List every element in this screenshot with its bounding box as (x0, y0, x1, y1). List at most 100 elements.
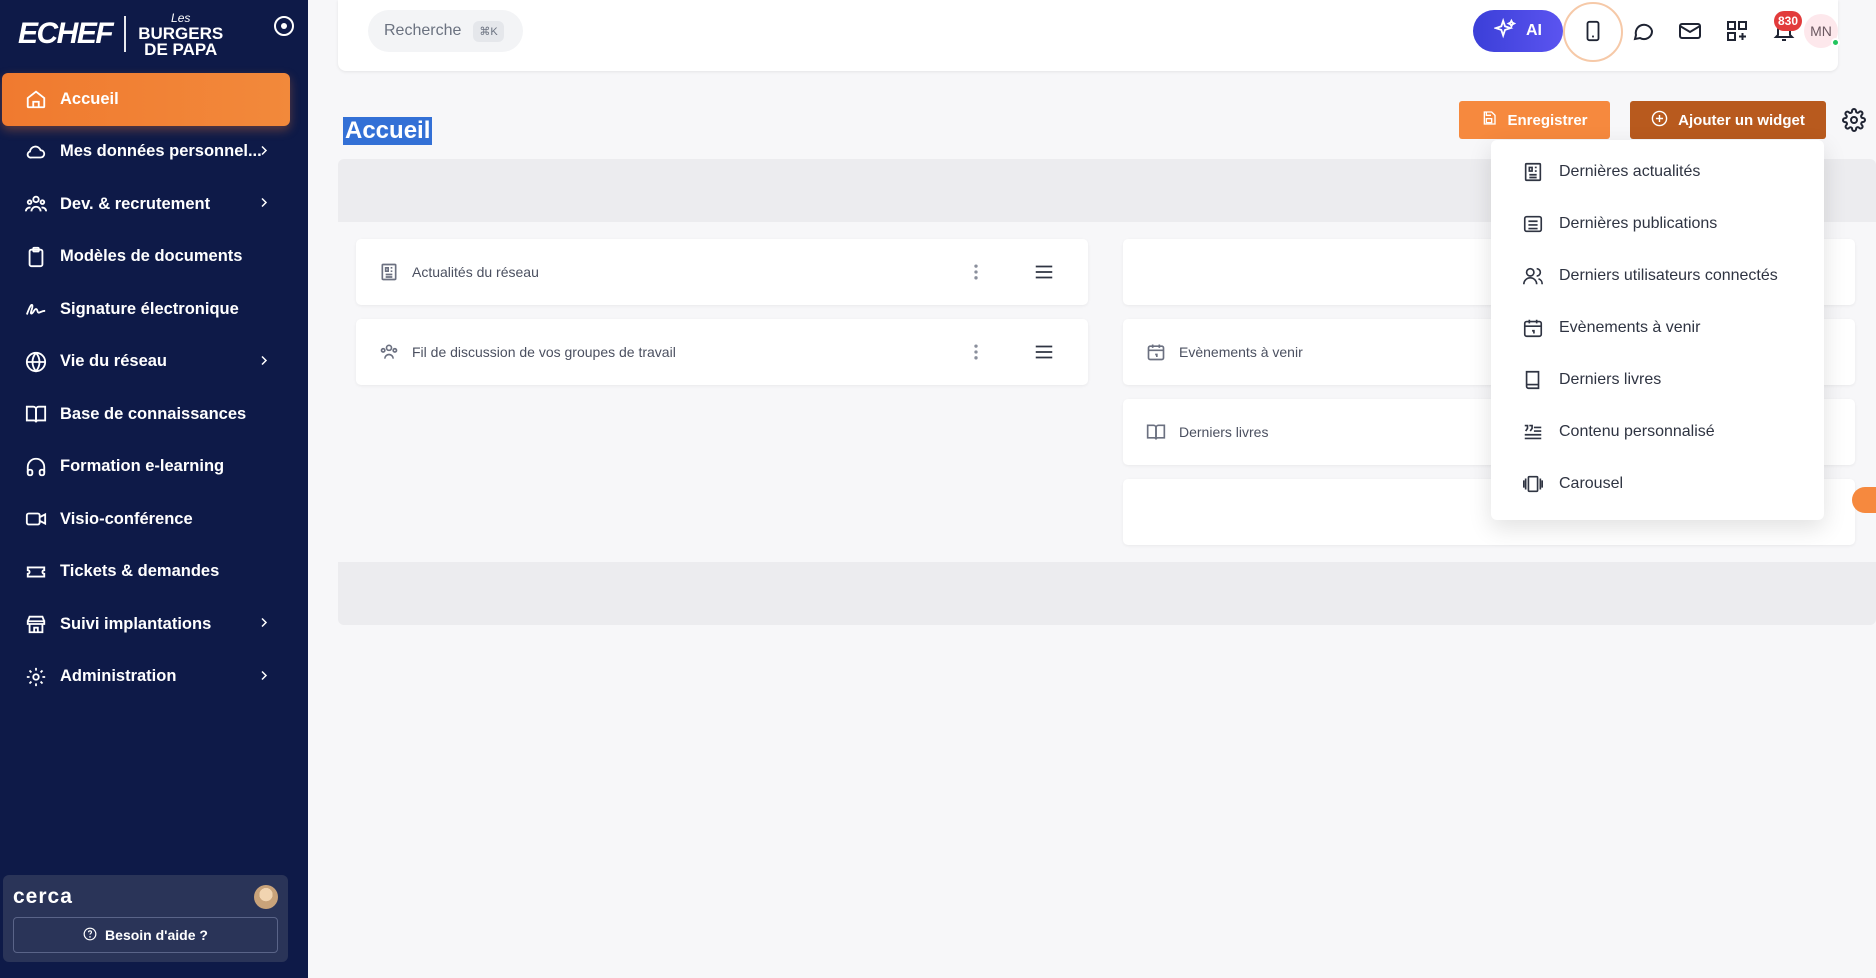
drag-handle-icon[interactable] (1032, 341, 1056, 366)
side-tab[interactable] (1852, 487, 1876, 513)
brand-separator (124, 16, 127, 52)
sidebar-item-label: Vie du réseau (60, 352, 168, 371)
ticket-icon (24, 560, 48, 584)
search-input[interactable]: Recherche ⌘K (368, 10, 523, 52)
quote-icon (1521, 420, 1545, 444)
sidebar-nav: Accueil Mes données personnel... Dev. & … (0, 73, 308, 703)
widget-label: Derniers livres (1179, 424, 1269, 440)
menu-item-label: Carousel (1559, 475, 1624, 492)
help-button[interactable]: Besoin d'aide ? (13, 917, 278, 953)
sidebar-item-label: Accueil (60, 89, 119, 108)
video-icon (24, 507, 48, 531)
burgers-de-papa-logo: Les BURGERS de PAPA (138, 10, 223, 58)
smartphone-icon (1580, 18, 1606, 44)
menu-item-label: Dernières publications (1559, 215, 1718, 232)
sidebar-item-visio[interactable]: Visio-conférence (0, 493, 308, 546)
add-widget-button[interactable]: Ajouter un widget (1630, 101, 1826, 139)
sidebar-item-label: Modèles de documents (60, 247, 243, 266)
menu-item-evenements[interactable]: Evènements à venir (1491, 306, 1824, 350)
users-icon (1521, 264, 1545, 288)
sidebar-item-dev-recrutement[interactable]: Dev. & recrutement (0, 178, 308, 231)
sidebar-item-label: Administration (60, 667, 177, 686)
users-icon (24, 192, 48, 216)
chevron-right-icon (258, 667, 270, 686)
sidebar-item-base-connaissances[interactable]: Base de connaissances (0, 388, 308, 441)
menu-item-label: Derniers livres (1559, 371, 1662, 388)
calendar-icon (1521, 316, 1545, 340)
users-icon (378, 341, 400, 363)
sidebar-item-donnees-personnelles[interactable]: Mes données personnel... (0, 126, 308, 179)
save-button[interactable]: Enregistrer (1459, 101, 1610, 139)
cerca-logo: cerca (13, 885, 73, 908)
sidebar-item-suivi-implantations[interactable]: Suivi implantations (0, 598, 308, 651)
carousel-icon (1521, 472, 1545, 496)
search-shortcut: ⌘K (473, 20, 504, 42)
widget-label: Actualités du réseau (412, 264, 539, 280)
chevron-right-icon (258, 195, 270, 214)
help-circle-icon (83, 927, 97, 944)
sidebar-item-label: Suivi implantations (60, 614, 212, 633)
apps-grid-icon[interactable] (1724, 18, 1750, 44)
top-bar: Recherche ⌘K AI 830 MN (338, 0, 1840, 71)
online-status-dot (1831, 38, 1840, 47)
helper-avatar (254, 885, 278, 909)
menu-item-contenu-personnalise[interactable]: Contenu personnalisé (1491, 410, 1824, 454)
mail-icon[interactable] (1677, 18, 1703, 44)
ai-label: AI (1526, 22, 1542, 39)
sidebar-item-label: Mes données personnel... (60, 142, 262, 161)
clipboard-icon (24, 245, 48, 269)
sidebar-item-accueil[interactable]: Accueil (2, 73, 290, 126)
sidebar-item-label: Base de connaissances (60, 404, 247, 423)
gear-icon (24, 665, 48, 689)
search-placeholder: Recherche (384, 22, 462, 39)
widget-label: Fil de discussion de vos groupes de trav… (412, 344, 676, 360)
calendar-icon (1145, 341, 1167, 363)
list-icon (1521, 212, 1545, 236)
widget-label: Evènements à venir (1179, 344, 1303, 360)
plus-circle-icon (1651, 110, 1668, 131)
more-vertical-icon[interactable] (966, 261, 986, 286)
sidebar-item-label: Formation e-learning (60, 457, 225, 476)
menu-item-carousel[interactable]: Carousel (1491, 462, 1824, 506)
menu-item-derniers-utilisateurs[interactable]: Derniers utilisateurs connectés (1491, 254, 1824, 298)
menu-item-derniers-livres[interactable]: Derniers livres (1491, 358, 1824, 402)
help-panel: cerca Besoin d'aide ? (3, 875, 288, 962)
settings-gear-icon[interactable] (1842, 108, 1866, 137)
sidebar-item-label: Dev. & recrutement (60, 194, 211, 213)
help-button-label: Besoin d'aide ? (105, 927, 208, 943)
headphones-icon (24, 455, 48, 479)
sidebar-item-administration[interactable]: Administration (0, 651, 308, 704)
menu-item-label: Contenu personnalisé (1559, 423, 1715, 440)
chat-bubble-icon[interactable] (1630, 18, 1656, 44)
sidebar-toggle-icon[interactable] (274, 16, 294, 36)
menu-item-label: Derniers utilisateurs connectés (1559, 267, 1778, 284)
add-widget-menu: Dernières actualités Dernières publicati… (1491, 140, 1824, 520)
more-vertical-icon[interactable] (966, 341, 986, 366)
sidebar-item-signature[interactable]: Signature électronique (0, 283, 308, 336)
cloud-icon (24, 140, 48, 164)
widget-actualites-reseau[interactable]: Actualités du réseau (356, 239, 1088, 305)
book-icon (1521, 368, 1545, 392)
sidebar-item-label: Visio-conférence (60, 509, 193, 528)
menu-item-dernieres-actualites[interactable]: Dernières actualités (1491, 150, 1824, 194)
chevron-right-icon (258, 352, 270, 371)
sidebar-item-formation[interactable]: Formation e-learning (0, 441, 308, 494)
menu-item-dernieres-publications[interactable]: Dernières publications (1491, 202, 1824, 246)
widget-fil-discussion[interactable]: Fil de discussion de vos groupes de trav… (356, 319, 1088, 385)
echef-logo: ECHEF (18, 17, 114, 50)
page-title: Accueil (343, 117, 433, 145)
sidebar-item-tickets[interactable]: Tickets & demandes (0, 546, 308, 599)
ai-button[interactable]: AI (1473, 10, 1563, 52)
book-icon (1145, 421, 1167, 443)
chevron-right-icon (258, 142, 270, 161)
store-icon (24, 612, 48, 636)
home-icon (24, 87, 48, 111)
sidebar-item-vie-reseau[interactable]: Vie du réseau (0, 336, 308, 389)
drag-handle-icon[interactable] (1032, 261, 1056, 286)
notification-badge: 830 (1774, 11, 1803, 31)
menu-item-label: Evènements à venir (1559, 319, 1701, 336)
signature-icon (24, 297, 48, 321)
brand-logo[interactable]: ECHEF Les BURGERS de PAPA (18, 8, 298, 60)
brand-sub-bottom: de PAPA (144, 40, 218, 59)
sidebar-item-modeles-documents[interactable]: Modèles de documents (0, 231, 308, 284)
